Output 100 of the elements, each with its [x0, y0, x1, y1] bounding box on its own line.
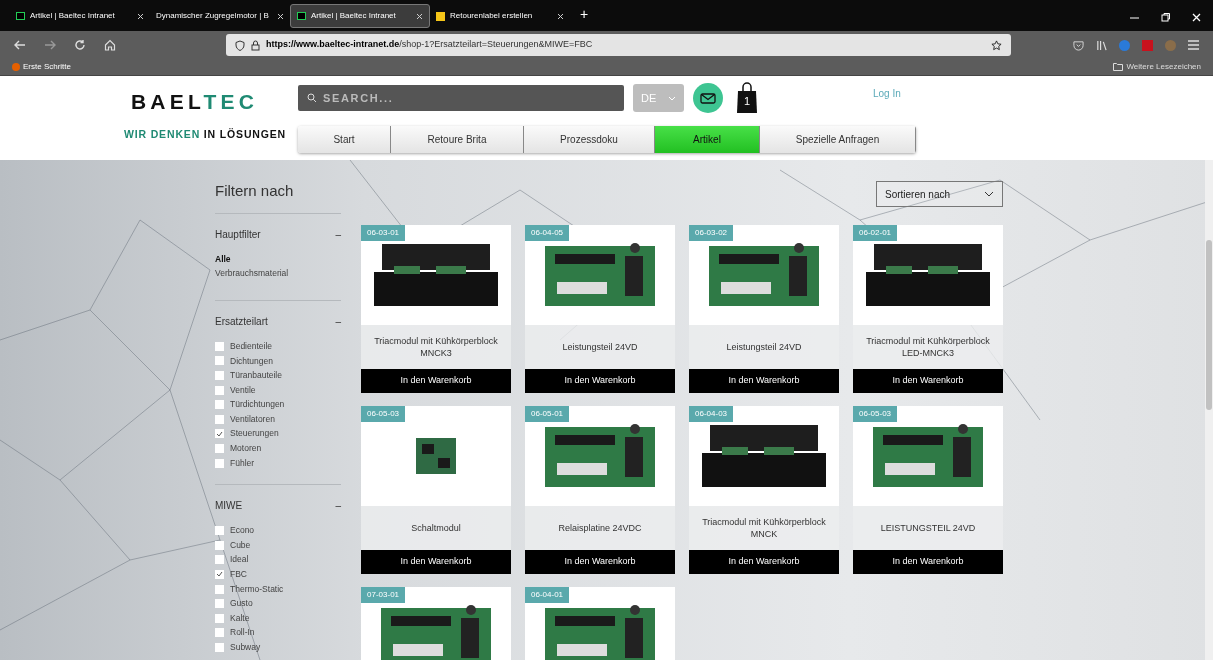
checkbox[interactable]: [215, 385, 224, 395]
product-code-tag: 06-04-05: [525, 225, 570, 241]
site-favicon-icon: [297, 12, 306, 20]
checkbox[interactable]: [215, 356, 224, 366]
new-tab-button[interactable]: +: [580, 4, 589, 25]
checkbox[interactable]: [215, 341, 224, 351]
label-favicon-icon: [436, 11, 445, 21]
add-to-cart-button[interactable]: In den Warenkorb: [525, 369, 675, 393]
filter-title: Filtern nach: [215, 181, 295, 201]
product-code-tag: 06-02-01: [853, 225, 898, 241]
mail-button[interactable]: [693, 83, 723, 113]
checkbox[interactable]: [215, 443, 224, 453]
reload-icon[interactable]: [74, 39, 86, 51]
bookmark-folder[interactable]: Weitere Lesezeichen: [1126, 61, 1201, 73]
forward-icon[interactable]: [44, 39, 56, 51]
envelope-icon: [700, 92, 716, 104]
add-to-cart-button[interactable]: In den Warenkorb: [361, 550, 511, 574]
checkbox[interactable]: [215, 569, 224, 579]
checkbox[interactable]: [215, 526, 224, 536]
product-title: Schaltmodul: [361, 506, 511, 550]
add-to-cart-button[interactable]: In den Warenkorb: [361, 369, 511, 393]
checkbox[interactable]: [215, 458, 224, 468]
browser-tab[interactable]: Retourenlabel erstellen: [430, 4, 570, 28]
site-logo[interactable]: BAELTEC: [130, 86, 258, 118]
checkbox[interactable]: [215, 400, 224, 410]
close-icon[interactable]: [557, 12, 564, 20]
collapse-button[interactable]: –: [335, 314, 341, 329]
checkbox[interactable]: [215, 628, 224, 638]
close-icon[interactable]: [277, 12, 284, 20]
folder-icon: [1113, 63, 1124, 71]
add-to-cart-button[interactable]: In den Warenkorb: [689, 369, 839, 393]
filter-section-title: MIWE: [215, 499, 243, 514]
filter-link[interactable]: Alle: [215, 252, 341, 266]
checkbox[interactable]: [215, 429, 224, 439]
checkbox-label: Fühler: [230, 456, 255, 470]
lock-icon: [251, 39, 260, 51]
add-to-cart-button[interactable]: In den Warenkorb: [853, 369, 1003, 393]
browser-tab[interactable]: Artikel | Baeltec Intranet: [10, 4, 150, 28]
filter-link[interactable]: Verbrauchsmaterial: [215, 266, 341, 280]
search-icon: [307, 93, 317, 103]
nav-tab[interactable]: Start: [298, 126, 391, 153]
checkbox-label: Kalte: [230, 611, 250, 625]
checkbox-label: Bedienteile: [230, 339, 273, 353]
extension-icon[interactable]: [1165, 39, 1176, 51]
nav-tab[interactable]: Prozessdoku: [524, 126, 655, 153]
add-to-cart-button[interactable]: In den Warenkorb: [525, 550, 675, 574]
product-code-tag: 06-04-01: [525, 587, 570, 603]
bookmark-star-icon[interactable]: [991, 39, 1002, 51]
url-text: https://www.baeltec-intranet.de/shop-1?Ersatzteilart=Steuerungen&MIWE=FBC: [266, 38, 593, 52]
checkbox[interactable]: [215, 555, 224, 565]
extension-icon[interactable]: [1119, 39, 1130, 51]
product-title: Triacmodul mit Kühkörperblock LED-MNCK3: [853, 325, 1003, 369]
product-title: Triacmodul mit Kühkörperblock MNCK3: [361, 325, 511, 369]
add-to-cart-button[interactable]: In den Warenkorb: [689, 550, 839, 574]
sort-dropdown[interactable]: Sortieren nach: [876, 181, 1003, 207]
checkbox-label: Türanbauteile: [230, 369, 282, 382]
checkbox-label: Cube: [230, 538, 251, 552]
pocket-icon[interactable]: [1073, 39, 1084, 51]
checkbox[interactable]: [215, 642, 224, 652]
restore-icon[interactable]: [1161, 13, 1170, 22]
site-favicon-icon: [16, 12, 25, 20]
product-code-tag: 06-04-03: [689, 406, 734, 422]
checkbox[interactable]: [215, 371, 224, 380]
checkbox-label: Dichtungen: [230, 354, 273, 368]
close-icon[interactable]: [137, 12, 144, 20]
checkbox[interactable]: [215, 540, 224, 550]
checkbox-label: Ideal: [230, 553, 249, 567]
checkbox-label: Subway: [230, 641, 261, 654]
checkbox-label: Türdichtungen: [230, 398, 285, 412]
menu-icon[interactable]: [1188, 40, 1199, 50]
checkbox[interactable]: [215, 599, 224, 609]
nav-tab[interactable]: Spezielle Anfragen: [760, 126, 916, 153]
scrollbar[interactable]: [1205, 160, 1213, 660]
product-code-tag: 06-05-03: [853, 406, 898, 422]
chevron-down-icon: [984, 191, 994, 197]
nav-tab[interactable]: Artikel: [655, 126, 760, 153]
search-field[interactable]: SEARCH...: [298, 85, 624, 111]
bookmark-item[interactable]: Erste Schritte: [12, 61, 71, 73]
checkbox[interactable]: [215, 414, 224, 424]
library-icon[interactable]: [1096, 39, 1107, 51]
nav-tab[interactable]: Retoure Brita: [391, 126, 524, 153]
collapse-button[interactable]: –: [335, 227, 341, 242]
add-to-cart-button[interactable]: In den Warenkorb: [853, 550, 1003, 574]
browser-tab[interactable]: Dynamischer Zugregelmotor | B: [150, 4, 290, 28]
checkbox-label: Ventile: [230, 383, 256, 397]
checkbox-label: Econo: [230, 524, 255, 537]
checkbox-label: Roll-In: [230, 626, 255, 640]
cart-button[interactable]: 1: [735, 82, 759, 114]
filter-section-title: Ersatzteilart: [215, 315, 268, 329]
home-icon[interactable]: [104, 39, 116, 51]
product-code-tag: 06-05-01: [525, 406, 570, 422]
checkbox[interactable]: [215, 613, 224, 623]
checkbox[interactable]: [215, 584, 224, 594]
product-title: LEISTUNGSTEIL 24VD: [853, 506, 1003, 550]
browser-tab[interactable]: Artikel | Baeltec Intranet: [290, 4, 430, 28]
address-bar[interactable]: https://www.baeltec-intranet.de/shop-1?Ersatzteilart=Steuerungen&MIWE=FBC: [226, 34, 1011, 56]
collapse-button[interactable]: –: [335, 498, 341, 514]
close-icon[interactable]: [416, 12, 423, 20]
back-icon[interactable]: [14, 39, 26, 51]
checkbox-label: Ventilatoren: [230, 412, 275, 426]
